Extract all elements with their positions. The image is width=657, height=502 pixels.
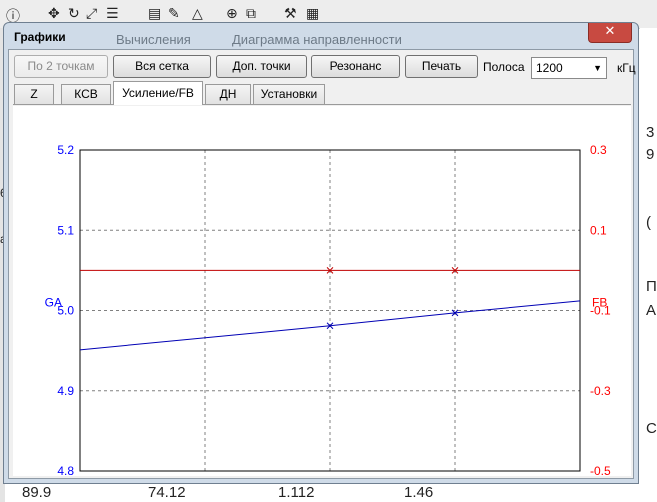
right-axis-label: FB [592, 296, 607, 310]
whole-grid-button[interactable]: Вся сетка [113, 55, 211, 78]
edit-icon[interactable]: ✎ [168, 6, 180, 22]
background-text: A [646, 302, 657, 319]
tab-swr[interactable]: КСВ [61, 84, 111, 104]
chart-svg: 64.464.765.065.365.65.25.15.04.94.80.30.… [45, 143, 611, 492]
band-value: 1200 [536, 61, 563, 75]
copy-icon[interactable]: ⧉ [246, 6, 256, 22]
scale-icon[interactable]: ⤢ [86, 6, 97, 22]
right-y-tick-label: 0.3 [590, 143, 607, 157]
left-y-tick-label: 5.2 [57, 143, 74, 157]
right-y-tick-label: -0.5 [590, 464, 611, 476]
move-icon[interactable]: ✥ [48, 6, 60, 22]
document-icon[interactable]: ▤ [148, 6, 161, 22]
band-unit: кГц [617, 61, 636, 75]
close-button[interactable]: ✕ [588, 23, 632, 43]
window-client: По 2 точкам Вся сетка Доп. точки Резонан… [8, 49, 636, 492]
background-cell: 89.9 [22, 484, 52, 501]
band-select[interactable]: 1200 ▼ [531, 57, 607, 79]
background-tab-ghost: Диаграмма направленности [232, 32, 402, 47]
right-y-tick-label: 0.1 [590, 223, 607, 237]
background-text: C [646, 420, 657, 437]
background-text: 3 [646, 124, 655, 141]
chevron-down-icon: ▼ [593, 63, 602, 73]
background-tab-ghost: Вычисления [116, 32, 191, 47]
left-y-tick-label: 4.8 [57, 464, 74, 476]
background-text: П [646, 278, 657, 295]
left-y-tick-label: 4.9 [57, 384, 74, 398]
tab-gain-fb[interactable]: Усиление/FB [113, 81, 203, 105]
tab-settings[interactable]: Установки [253, 84, 325, 104]
background-cell: 74.12 [148, 484, 186, 501]
calculator-icon[interactable]: ▦ [306, 6, 319, 22]
right-y-tick-label: -0.3 [590, 384, 611, 398]
by-two-points-button[interactable]: По 2 точкам [14, 55, 108, 78]
rotate-icon[interactable]: ↻ [68, 6, 80, 22]
window-title: Графики [14, 30, 66, 44]
tab-z[interactable]: Z [14, 84, 54, 104]
background-cell: 1.112 [278, 484, 315, 501]
tools-icon[interactable]: ⚒ [284, 6, 297, 22]
left-y-tick-label: 5.1 [57, 223, 74, 237]
graphs-window: Графики Вычисления Диаграмма направленно… [3, 22, 639, 492]
print-button[interactable]: Печать [405, 55, 478, 78]
left-axis-label: GA [45, 296, 62, 310]
band-label: Полоса [483, 60, 525, 74]
close-icon: ✕ [604, 24, 616, 39]
background-text: ( [646, 214, 651, 231]
tab-pattern[interactable]: ДН [205, 84, 251, 104]
background-cell: 1.46 [404, 484, 434, 501]
segments-icon[interactable]: ☰ [106, 6, 119, 22]
triangle-icon[interactable]: △ [192, 6, 203, 22]
background-text: 9 [646, 146, 655, 163]
target-icon[interactable]: ⊕ [226, 6, 238, 22]
extra-points-button[interactable]: Доп. точки [216, 55, 307, 78]
gain-fb-chart: 64.464.765.065.365.65.25.15.04.94.80.30.… [13, 106, 631, 492]
tab-divider [13, 104, 631, 105]
resonance-button[interactable]: Резонанс [311, 55, 400, 78]
